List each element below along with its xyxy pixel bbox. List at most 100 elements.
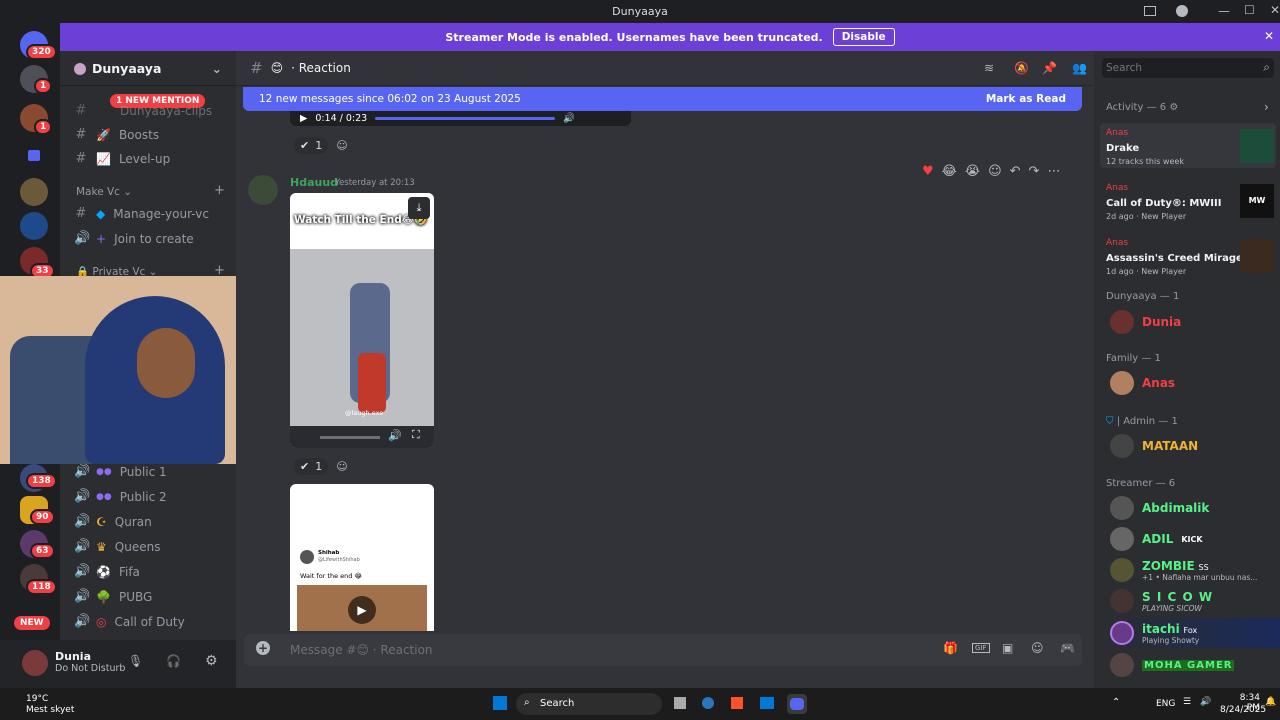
member-item[interactable]: Anas: [1110, 371, 1175, 395]
media-player[interactable]: ▶ 0:14 / 0:23 🔊: [290, 111, 631, 126]
message-input[interactable]: Message #😊 · Reaction: [290, 643, 433, 657]
server-icon[interactable]: [20, 178, 48, 206]
notification-icon[interactable]: 🔔: [1265, 697, 1276, 707]
channel-item[interactable]: # 🚀 Boosts: [74, 127, 160, 142]
pin-icon[interactable]: 📌: [1042, 61, 1057, 75]
channel-label: PUBG: [118, 589, 153, 604]
chevron-down-icon[interactable]: ⌄: [212, 61, 222, 76]
reaction-pill[interactable]: ✔ 1: [294, 137, 329, 154]
member-item[interactable]: S I C O W PLAYING SICOW: [1110, 589, 1213, 613]
volume-icon[interactable]: 🔊: [388, 429, 402, 442]
activity-card[interactable]: Anas Assassin's Creed Mirage 1d ago · Ne…: [1100, 233, 1276, 278]
start-icon[interactable]: [493, 696, 507, 710]
server-header[interactable]: Dunyaaya ⌄: [60, 51, 236, 86]
cry-icon[interactable]: 😭: [965, 164, 980, 179]
sticker-icon[interactable]: ▣: [1002, 641, 1013, 655]
activity-card[interactable]: Anas Drake 12 tracks this week: [1100, 123, 1276, 168]
message-author[interactable]: Hdauud: [290, 176, 338, 189]
emoji-icon[interactable]: ☺: [1031, 641, 1044, 655]
server-icon[interactable]: [20, 212, 48, 240]
add-reaction-icon[interactable]: ☺: [336, 460, 347, 473]
video-attachment[interactable]: Shihab @LifewithShihab Wait for the end …: [290, 484, 434, 631]
channel-item[interactable]: 🔊 + Join to create: [74, 231, 194, 246]
voice-channel[interactable]: 🔊 ♛ Queens: [74, 539, 160, 554]
heart-icon[interactable]: ♥: [922, 164, 934, 179]
glasses-icon: ●●: [96, 466, 112, 477]
new-messages-bar[interactable]: 12 new messages since 06:02 on 23 August…: [243, 87, 1082, 111]
reply-icon[interactable]: ↶: [1010, 164, 1021, 179]
maximize-icon[interactable]: ☐: [1244, 3, 1255, 17]
forward-icon[interactable]: ↷: [1029, 164, 1040, 179]
voice-channel[interactable]: 🔊 ☪ Quran: [74, 514, 152, 529]
member-item[interactable]: Dunia: [1110, 310, 1181, 334]
discord-icon[interactable]: [787, 694, 807, 714]
voice-channel[interactable]: 🔊 ◎ Call of Duty: [74, 614, 185, 629]
member-item[interactable]: ADIL KICK: [1110, 527, 1203, 551]
task-view-icon[interactable]: [674, 697, 686, 709]
taskbar-search[interactable]: ⌕ Search: [516, 693, 662, 715]
gear-icon[interactable]: ⚙: [205, 653, 218, 669]
voice-channel[interactable]: 🔊 🌳 PUBG: [74, 589, 152, 604]
video-attachment[interactable]: Watch Till the End😂🤣 @laugh.exe ⤓ 🔊 ⛶: [290, 193, 434, 448]
channel-item[interactable]: # Dunyaaya-clips: [74, 103, 213, 118]
progress-bar[interactable]: [320, 436, 380, 439]
member-item[interactable]: MATAAN: [1110, 434, 1198, 458]
chevron-right-icon[interactable]: ›: [1264, 100, 1269, 114]
brave-icon[interactable]: [731, 697, 743, 709]
member-item[interactable]: ZOMBIE SS +1 • Naflaha mar unbuu nas...: [1110, 558, 1257, 582]
reaction-pill[interactable]: ✔ 1: [294, 458, 329, 475]
voice-channel[interactable]: 🔊 ⚽ Fifa: [74, 564, 140, 579]
message-input-bar[interactable]: + Message #😊 · Reaction 🎁 GIF ▣ ☺ 🎮: [244, 634, 1082, 666]
help-icon[interactable]: [1176, 5, 1188, 17]
avatar[interactable]: [248, 175, 278, 205]
clock-date[interactable]: 8/24/2025: [1220, 705, 1266, 715]
banner-close-icon[interactable]: ✕: [1264, 29, 1274, 43]
disable-button[interactable]: Disable: [832, 28, 895, 46]
microphone-icon[interactable]: 🎙: [128, 654, 143, 668]
mark-as-read-button[interactable]: Mark as Read: [986, 93, 1066, 105]
add-reaction-icon[interactable]: ☺: [336, 139, 347, 152]
vscode-icon[interactable]: [760, 697, 774, 709]
gift-icon[interactable]: 🎁: [943, 641, 958, 655]
avatar[interactable]: [22, 650, 48, 676]
steam-icon[interactable]: [702, 697, 714, 709]
download-icon[interactable]: ⤓: [408, 197, 430, 219]
gif-icon[interactable]: GIF: [972, 643, 990, 653]
voice-channel[interactable]: 🔊 ●● Public 2: [74, 489, 167, 504]
more-icon[interactable]: ⋯: [1047, 164, 1060, 179]
channel-item[interactable]: # 📈 Level-up: [74, 151, 171, 166]
activity-card[interactable]: Anas Call of Duty®: MWIII 2d ago · New P…: [1100, 178, 1276, 223]
inbox-icon[interactable]: [1144, 6, 1156, 16]
member-item[interactable]: Abdimalik: [1110, 496, 1209, 520]
channel-item[interactable]: # ◆ Manage-your-vc: [74, 206, 209, 221]
mute-icon[interactable]: 🔕: [1014, 61, 1029, 75]
add-channel-icon[interactable]: +: [214, 183, 225, 198]
gamepad-icon[interactable]: 🎮: [1060, 641, 1075, 655]
add-attachment-icon[interactable]: +: [256, 641, 270, 655]
play-icon[interactable]: ▶: [300, 113, 307, 124]
weather-temp[interactable]: 19°C: [26, 694, 48, 704]
language-indicator[interactable]: ENG: [1156, 699, 1175, 709]
category-make-vc[interactable]: Make Vc ⌄: [76, 186, 132, 198]
laugh-icon[interactable]: 😂: [942, 164, 957, 179]
add-reaction-icon[interactable]: ☺: [988, 164, 1002, 179]
wifi-icon[interactable]: ☰: [1183, 697, 1191, 707]
folder-icon[interactable]: [28, 150, 40, 161]
member-item[interactable]: MOHA GAMER: [1110, 653, 1235, 677]
play-icon[interactable]: ▶: [348, 596, 376, 624]
fullscreen-icon[interactable]: ⛶: [412, 428, 420, 442]
member-item[interactable]: itachi Fox Playing Showty: [1110, 621, 1199, 645]
chevron-up-icon[interactable]: ⌃: [1112, 697, 1120, 708]
volume-icon[interactable]: 🔊: [1200, 697, 1211, 707]
headphones-icon[interactable]: 🎧: [166, 654, 181, 668]
volume-icon[interactable]: 🔊: [563, 113, 575, 124]
search-input[interactable]: [1102, 58, 1252, 78]
minimize-icon[interactable]: —: [1218, 4, 1230, 18]
close-icon[interactable]: ✕: [1270, 3, 1280, 17]
members-icon[interactable]: 👥: [1072, 61, 1087, 75]
weather-desc: Mest skyet: [26, 705, 75, 715]
threads-icon[interactable]: ≋: [984, 61, 994, 75]
search-box[interactable]: ⌕: [1102, 58, 1274, 78]
voice-channel[interactable]: 🔊 ●● Public 1: [74, 464, 167, 479]
progress-bar[interactable]: [375, 117, 556, 120]
